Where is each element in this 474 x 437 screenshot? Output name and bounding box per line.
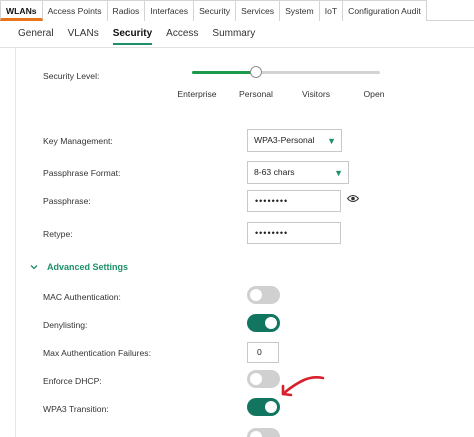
advanced-settings-header[interactable]: Advanced Settings [30, 262, 128, 272]
subtab-security[interactable]: Security [112, 28, 153, 45]
passphrase-input[interactable]: •••••••• [247, 190, 341, 212]
denylisting-label: Denylisting: [43, 320, 88, 330]
tab-interfaces[interactable]: Interfaces [145, 0, 195, 21]
security-level-slider[interactable] [192, 66, 380, 78]
partially-visible-toggle[interactable] [247, 428, 280, 437]
subtab-access[interactable]: Access [166, 28, 198, 45]
tab-system[interactable]: System [280, 0, 320, 21]
security-level-label: Security Level: [43, 71, 100, 81]
toggle-knob [265, 401, 277, 413]
tab-iot[interactable]: IoT [319, 0, 344, 21]
tab-wlans[interactable]: WLANs [0, 0, 43, 21]
tab-services[interactable]: Services [236, 0, 281, 21]
slider-stop-personal[interactable]: Personal [239, 89, 273, 99]
tab-access-points[interactable]: Access Points [42, 0, 108, 21]
mac-authentication-toggle[interactable] [247, 286, 280, 304]
key-management-select[interactable]: WPA3-Personal ▼ [247, 129, 342, 152]
wpa3-transition-label: WPA3 Transition: [43, 404, 109, 414]
advanced-settings-title: Advanced Settings [47, 262, 129, 272]
dropdown-arrow-icon: ▼ [327, 136, 336, 146]
max-auth-failures-input[interactable]: 0 [247, 342, 279, 363]
slider-fill [192, 71, 256, 74]
enforce-dhcp-toggle[interactable] [247, 370, 280, 388]
annotation-arrow [281, 376, 325, 397]
toggle-knob [250, 431, 262, 437]
wlan-sub-tab-bar: General VLANs Security Access Summary [18, 28, 255, 45]
slider-stop-visitors[interactable]: Visitors [302, 89, 330, 99]
slider-stop-enterprise[interactable]: Enterprise [177, 89, 216, 99]
top-tab-bar: WLANs Access Points Radios Interfaces Se… [0, 0, 474, 21]
toggle-knob [250, 373, 262, 385]
slider-thumb[interactable] [250, 66, 262, 78]
tab-radios[interactable]: Radios [107, 0, 146, 21]
max-auth-failures-label: Max Authentication Failures: [43, 348, 151, 358]
mac-authentication-label: MAC Authentication: [43, 292, 121, 302]
key-management-value: WPA3-Personal [254, 135, 315, 145]
passphrase-label: Passphrase: [43, 196, 91, 206]
slider-stop-open[interactable]: Open [363, 89, 384, 99]
passphrase-format-value: 8-63 chars [254, 167, 295, 177]
wpa3-transition-toggle[interactable] [247, 398, 280, 416]
toggle-knob [250, 289, 262, 301]
scroll-track [15, 48, 16, 437]
subtab-general[interactable]: General [18, 28, 54, 45]
toggle-knob [265, 317, 277, 329]
subtab-summary[interactable]: Summary [212, 28, 255, 45]
sub-tab-divider [0, 47, 474, 48]
tab-security[interactable]: Security [194, 0, 237, 21]
eye-icon[interactable] [347, 194, 359, 203]
chevron-down-icon [30, 265, 38, 270]
denylisting-toggle[interactable] [247, 314, 280, 332]
retype-label: Retype: [43, 229, 73, 239]
tab-configuration-audit[interactable]: Configuration Audit [343, 0, 427, 21]
passphrase-format-select[interactable]: 8-63 chars ▼ [247, 161, 349, 184]
enforce-dhcp-label: Enforce DHCP: [43, 376, 102, 386]
subtab-vlans[interactable]: VLANs [68, 28, 99, 45]
dropdown-arrow-icon: ▼ [334, 168, 343, 178]
retype-input[interactable]: •••••••• [247, 222, 341, 244]
passphrase-format-label: Passphrase Format: [43, 168, 121, 178]
key-management-label: Key Management: [43, 136, 113, 146]
